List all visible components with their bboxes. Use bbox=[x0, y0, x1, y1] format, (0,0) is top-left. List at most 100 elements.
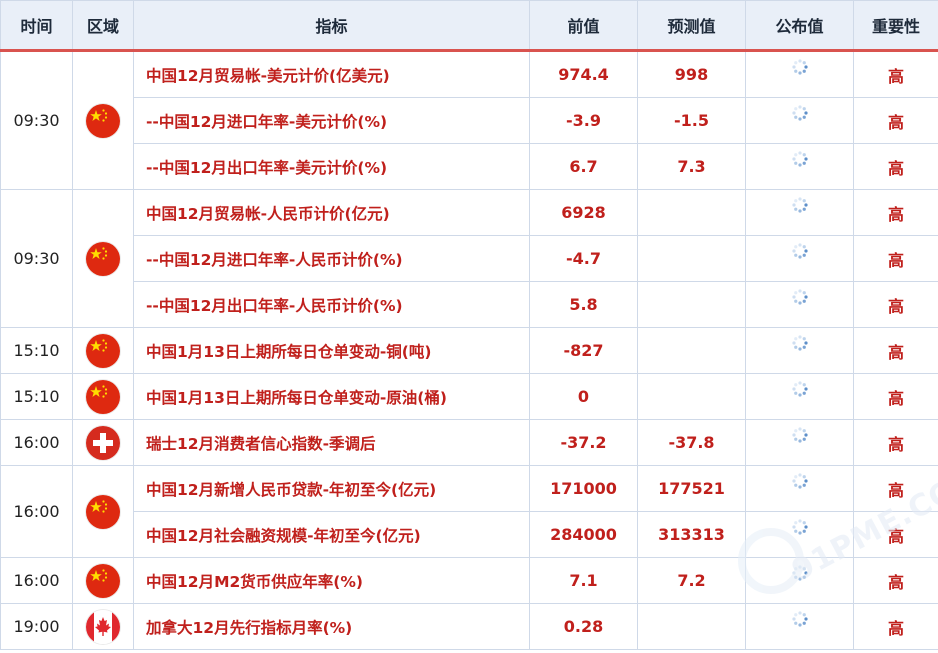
loading-spinner-icon bbox=[791, 150, 809, 168]
forecast-value: -37.8 bbox=[637, 419, 746, 466]
indicator-cell[interactable]: 中国12月新增人民币贷款-年初至今(亿元) bbox=[133, 465, 530, 512]
table-row: 19:00 加拿大12月先行指标月率(%) 0.28 高 bbox=[0, 603, 938, 650]
region-cell bbox=[72, 327, 134, 374]
time-cell: 09:30 bbox=[0, 50, 73, 190]
previous-value: -827 bbox=[529, 327, 638, 374]
region-cell bbox=[72, 419, 134, 466]
importance-value: 高 bbox=[853, 143, 938, 190]
forecast-value: 7.2 bbox=[637, 557, 746, 604]
header-indicator: 指标 bbox=[133, 0, 530, 52]
previous-value: 7.1 bbox=[529, 557, 638, 604]
previous-value: 284000 bbox=[529, 511, 638, 558]
forecast-value bbox=[637, 189, 746, 236]
header-actual: 公布值 bbox=[745, 0, 854, 52]
previous-value: 0.28 bbox=[529, 603, 638, 650]
indicator-cell[interactable]: 中国12月贸易帐-人民币计价(亿元) bbox=[133, 189, 530, 236]
china-flag-icon bbox=[86, 241, 120, 276]
importance-value: 高 bbox=[853, 235, 938, 282]
importance-value: 高 bbox=[853, 603, 938, 650]
importance-value: 高 bbox=[853, 281, 938, 328]
forecast-value: 313313 bbox=[637, 511, 746, 558]
forecast-value bbox=[637, 603, 746, 650]
loading-spinner-icon bbox=[791, 426, 809, 444]
importance-value: 高 bbox=[853, 373, 938, 420]
forecast-value: 998 bbox=[637, 50, 746, 98]
china-flag-icon bbox=[86, 494, 120, 529]
loading-spinner-icon bbox=[791, 518, 809, 536]
importance-value: 高 bbox=[853, 97, 938, 144]
time-cell: 16:00 bbox=[0, 419, 73, 466]
importance-value: 高 bbox=[853, 327, 938, 374]
indicator-cell[interactable]: 加拿大12月先行指标月率(%) bbox=[133, 603, 530, 650]
importance-value: 高 bbox=[853, 189, 938, 236]
indicator-cell[interactable]: 中国12月M2货币供应年率(%) bbox=[133, 557, 530, 604]
china-flag-icon bbox=[86, 103, 120, 138]
indicator-cell[interactable]: --中国12月出口年率-人民币计价(%) bbox=[133, 281, 530, 328]
forecast-value bbox=[637, 235, 746, 282]
loading-spinner-icon bbox=[791, 196, 809, 214]
loading-spinner-icon bbox=[791, 610, 809, 628]
loading-spinner-icon bbox=[791, 564, 809, 582]
actual-value bbox=[745, 373, 854, 420]
switzerland-flag-icon bbox=[86, 425, 120, 460]
table-row: 09:30 中国12月贸易帐-人民币计价(亿元) 6928 高 bbox=[0, 189, 938, 328]
forecast-value: -1.5 bbox=[637, 97, 746, 144]
indicator-cell[interactable]: 瑞士12月消费者信心指数-季调后 bbox=[133, 419, 530, 466]
previous-value: 171000 bbox=[529, 465, 638, 512]
previous-value: 6.7 bbox=[529, 143, 638, 190]
previous-value: -37.2 bbox=[529, 419, 638, 466]
time-cell: 15:10 bbox=[0, 327, 73, 374]
indicator-cell[interactable]: --中国12月进口年率-美元计价(%) bbox=[133, 97, 530, 144]
header-time: 时间 bbox=[0, 0, 73, 52]
table-row: --中国12月进口年率-人民币计价(%) -4.7 高 bbox=[1, 235, 938, 282]
indicator-cell[interactable]: 中国12月贸易帐-美元计价(亿美元) bbox=[133, 50, 530, 98]
table-row: 中国12月社会融资规模-年初至今(亿元) 284000 313313 高 bbox=[1, 511, 938, 558]
table-row: 15:10 中国1月13日上期所每日仓单变动-原油(桶) 0 高 bbox=[0, 373, 938, 420]
region-cell bbox=[72, 603, 134, 650]
loading-spinner-icon bbox=[791, 288, 809, 306]
indicator-cell[interactable]: 中国12月社会融资规模-年初至今(亿元) bbox=[133, 511, 530, 558]
time-cell: 16:00 bbox=[0, 557, 73, 604]
header-forecast: 预测值 bbox=[637, 0, 746, 52]
previous-value: -3.9 bbox=[529, 97, 638, 144]
actual-value bbox=[745, 557, 854, 604]
time-cell: 19:00 bbox=[0, 603, 73, 650]
importance-value: 高 bbox=[853, 557, 938, 604]
actual-value bbox=[745, 235, 854, 282]
indicator-cell[interactable]: 中国1月13日上期所每日仓单变动-原油(桶) bbox=[133, 373, 530, 420]
previous-value: 5.8 bbox=[529, 281, 638, 328]
loading-spinner-icon bbox=[791, 472, 809, 490]
importance-value: 高 bbox=[853, 511, 938, 558]
indicator-cell[interactable]: --中国12月进口年率-人民币计价(%) bbox=[133, 235, 530, 282]
previous-value: 6928 bbox=[529, 189, 638, 236]
table-body: 09:30 中国12月贸易帐-美元计价(亿美元) 974.4 998 高 --中国12月进… bbox=[0, 50, 938, 650]
economic-calendar-table: 时间 区域 指标 前值 预测值 公布值 重要性 09:30 中国12月贸易帐-美元… bbox=[0, 0, 938, 650]
actual-value bbox=[745, 97, 854, 144]
importance-value: 高 bbox=[853, 50, 938, 98]
table-row: 09:30 中国12月贸易帐-美元计价(亿美元) 974.4 998 高 bbox=[0, 50, 938, 190]
china-flag-icon bbox=[86, 333, 120, 368]
header-importance: 重要性 bbox=[853, 0, 938, 52]
table-row: 15:10 中国1月13日上期所每日仓单变动-铜(吨) -827 高 bbox=[0, 327, 938, 374]
header-previous: 前值 bbox=[529, 0, 638, 52]
table-row: --中国12月出口年率-人民币计价(%) 5.8 高 bbox=[1, 281, 938, 328]
region-cell bbox=[72, 50, 134, 190]
indicator-cell[interactable]: --中国12月出口年率-美元计价(%) bbox=[133, 143, 530, 190]
actual-value bbox=[745, 50, 854, 98]
table-row: 16:00 中国12月M2货币供应年率(%) 7.1 7.2 高 bbox=[0, 557, 938, 604]
region-cell bbox=[72, 189, 134, 328]
indicator-cell[interactable]: 中国1月13日上期所每日仓单变动-铜(吨) bbox=[133, 327, 530, 374]
time-cell: 09:30 bbox=[0, 189, 73, 328]
region-cell bbox=[72, 373, 134, 420]
china-flag-icon bbox=[86, 563, 120, 598]
actual-value bbox=[745, 189, 854, 236]
header-region: 区域 bbox=[72, 0, 134, 52]
forecast-value bbox=[637, 281, 746, 328]
region-cell bbox=[72, 465, 134, 558]
loading-spinner-icon bbox=[791, 58, 809, 76]
loading-spinner-icon bbox=[791, 242, 809, 260]
importance-value: 高 bbox=[853, 419, 938, 466]
table-row: --中国12月出口年率-美元计价(%) 6.7 7.3 高 bbox=[1, 143, 938, 190]
forecast-value bbox=[637, 327, 746, 374]
actual-value bbox=[745, 465, 854, 512]
